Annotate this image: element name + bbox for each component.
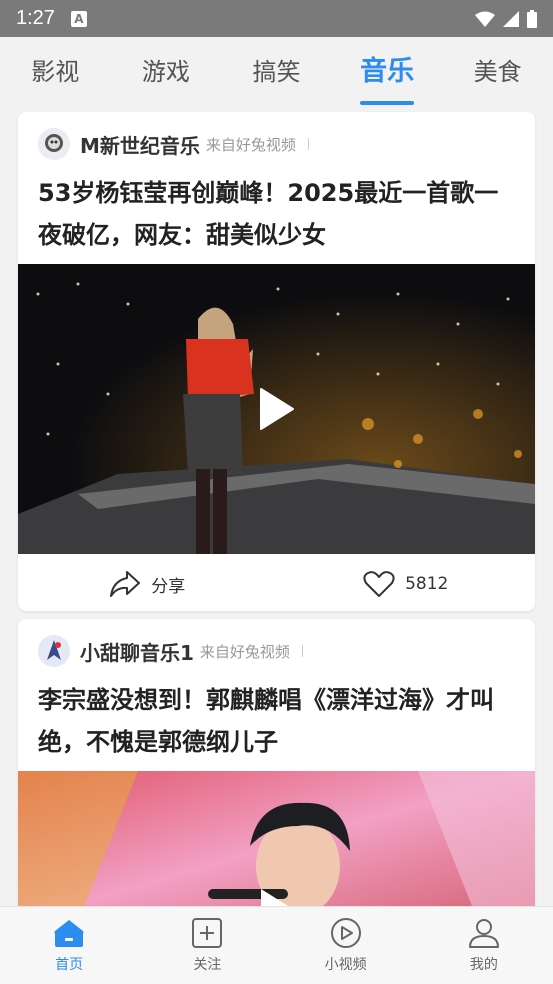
wifi-icon <box>475 11 495 27</box>
divider <box>307 138 309 150</box>
video-thumbnail[interactable] <box>18 771 535 906</box>
tab-music[interactable]: 音乐 <box>332 37 443 109</box>
status-bar: 1:27 A <box>0 0 553 37</box>
feed-card[interactable]: M新世纪音乐 来自好兔视频 53岁杨钰莹再创巅峰！2025最近一首歌一夜破亿，网… <box>18 112 535 611</box>
tab-food[interactable]: 美食 <box>442 37 553 109</box>
video-thumbnail[interactable] <box>18 264 535 554</box>
singer-thumbnail-image <box>18 771 535 906</box>
play-circle-icon <box>330 917 361 948</box>
tab-funny[interactable]: 搞笑 <box>221 37 332 109</box>
share-icon <box>110 571 141 597</box>
play-button[interactable] <box>255 387 299 431</box>
share-button[interactable]: 分享 <box>18 570 277 598</box>
play-button[interactable] <box>255 887 299 906</box>
heart-icon <box>363 571 395 597</box>
video-title[interactable]: 53岁杨钰莹再创巅峰！2025最近一首歌一夜破亿，网友：甜美似少女 <box>18 162 535 264</box>
notification-icon: A <box>70 10 87 27</box>
nav-short-video[interactable]: 小视频 <box>277 907 415 984</box>
battery-icon <box>527 9 537 28</box>
share-label: 分享 <box>151 576 186 597</box>
nav-home-label: 首页 <box>55 956 84 973</box>
like-count: 5812 <box>405 574 449 594</box>
source-label: 来自好兔视频 <box>199 642 290 661</box>
nav-home[interactable]: 首页 <box>0 907 138 984</box>
source-label: 来自好兔视频 <box>205 135 296 154</box>
nav-profile[interactable]: 我的 <box>415 907 553 984</box>
bottom-navigation: 首页 关注 小视频 我的 <box>0 906 553 984</box>
author-avatar[interactable] <box>38 635 70 667</box>
status-time: 1:27 <box>16 7 55 29</box>
home-icon <box>54 919 84 947</box>
category-tabs: 影视 游戏 搞笑 音乐 美食 <box>0 37 553 109</box>
nav-profile-label: 我的 <box>469 956 498 973</box>
divider <box>301 645 303 657</box>
author-avatar[interactable] <box>38 128 70 160</box>
nav-short-video-label: 小视频 <box>324 956 367 973</box>
user-icon <box>468 918 499 948</box>
tab-games[interactable]: 游戏 <box>111 37 222 109</box>
like-button[interactable]: 5812 <box>277 570 536 598</box>
tab-movies[interactable]: 影视 <box>0 37 111 109</box>
signal-icon <box>503 10 519 27</box>
author-name[interactable]: M新世纪音乐 <box>80 130 200 159</box>
author-name[interactable]: 小甜聊音乐1 <box>80 637 194 666</box>
add-square-icon <box>192 917 223 948</box>
nav-follow-label: 关注 <box>193 956 222 973</box>
feed-card[interactable]: 小甜聊音乐1 来自好兔视频 李宗盛没想到！郭麒麟唱《漂洋过海》才叫绝，不愧是郭德… <box>18 619 535 906</box>
video-title[interactable]: 李宗盛没想到！郭麒麟唱《漂洋过海》才叫绝，不愧是郭德纲儿子 <box>18 669 535 771</box>
video-feed[interactable]: M新世纪音乐 来自好兔视频 53岁杨钰莹再创巅峰！2025最近一首歌一夜破亿，网… <box>0 109 553 906</box>
nav-follow[interactable]: 关注 <box>138 907 276 984</box>
